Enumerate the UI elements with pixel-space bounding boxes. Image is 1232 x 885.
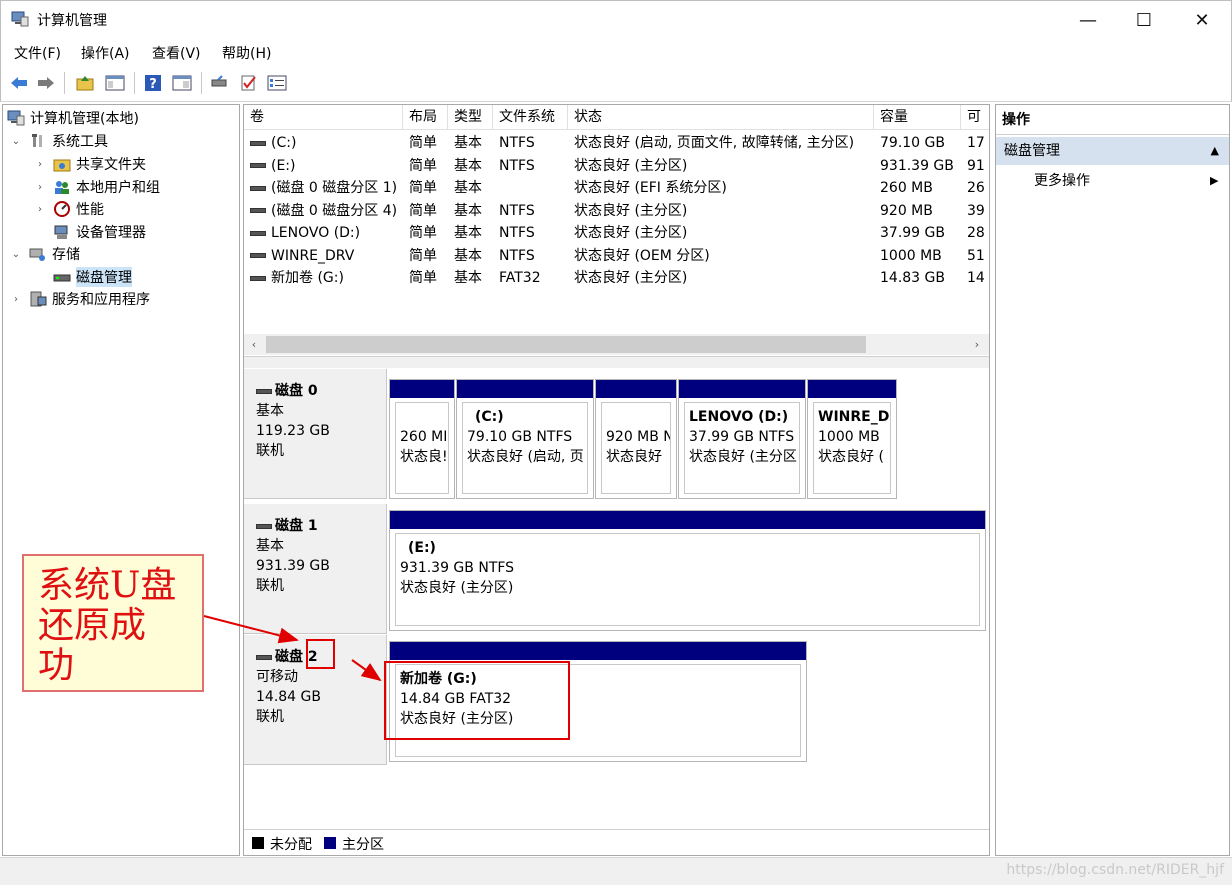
arrow-to-partition <box>351 659 382 682</box>
arrow-to-disk-number <box>203 615 299 644</box>
annotation-arrows <box>203 615 382 682</box>
